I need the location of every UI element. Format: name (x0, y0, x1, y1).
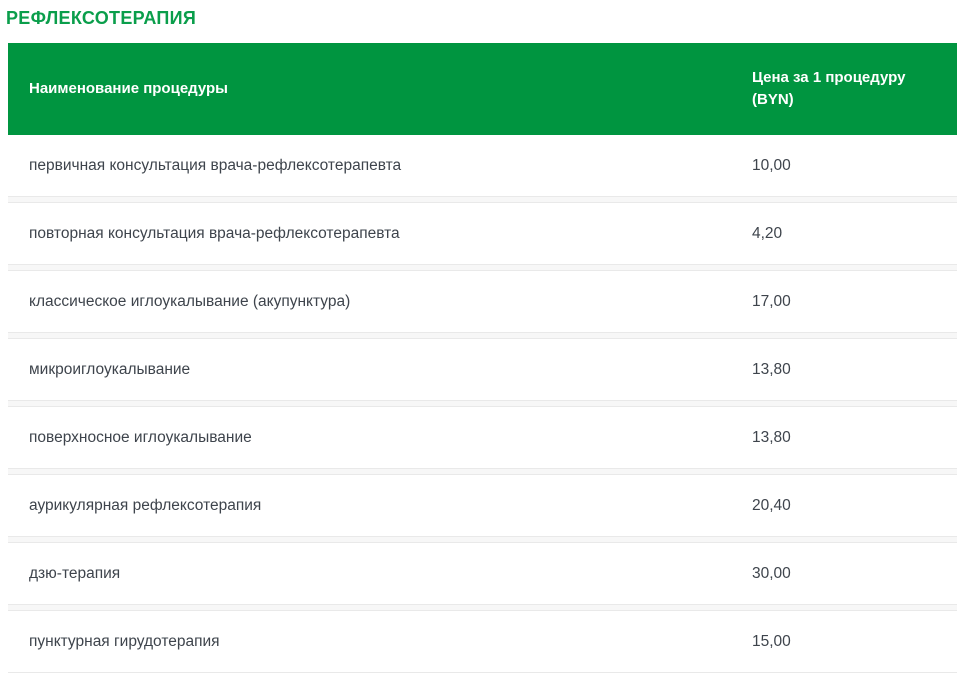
procedure-name: дзю-терапия (8, 543, 732, 604)
table-row: первичная консультация врача-рефлексотер… (8, 135, 957, 197)
procedure-price: 15,00 (732, 611, 957, 672)
procedure-name: пунктурная гирудотерапия (8, 611, 732, 672)
table-header-row: Наименование процедуры Цена за 1 процеду… (8, 43, 957, 135)
page-title: РЕФЛЕКСОТЕРАПИЯ (6, 7, 961, 29)
procedure-name: микроиглоукалывание (8, 339, 732, 400)
price-list-page: РЕФЛЕКСОТЕРАПИЯ Наименование процедуры Ц… (0, 7, 961, 673)
table-body: первичная консультация врача-рефлексотер… (8, 135, 957, 673)
procedure-name: поверхносное иглоукалывание (8, 407, 732, 468)
table-row: дзю-терапия 30,00 (8, 542, 957, 605)
procedure-price: 20,40 (732, 475, 957, 536)
procedure-price: 30,00 (732, 543, 957, 604)
procedure-price: 17,00 (732, 271, 957, 332)
price-table: Наименование процедуры Цена за 1 процеду… (8, 43, 957, 673)
procedure-name: первичная консультация врача-рефлексотер… (8, 135, 732, 196)
table-row: пунктурная гирудотерапия 15,00 (8, 610, 957, 673)
column-header-price: Цена за 1 процедуру (BYN) (732, 43, 957, 135)
table-row: микроиглоукалывание 13,80 (8, 338, 957, 401)
procedure-name: аурикулярная рефлексотерапия (8, 475, 732, 536)
procedure-price: 4,20 (732, 203, 957, 264)
table-row: классическое иглоукалывание (акупунктура… (8, 270, 957, 333)
procedure-price: 13,80 (732, 407, 957, 468)
procedure-name: классическое иглоукалывание (акупунктура… (8, 271, 732, 332)
procedure-price: 13,80 (732, 339, 957, 400)
procedure-name: повторная консультация врача-рефлексотер… (8, 203, 732, 264)
procedure-price: 10,00 (732, 135, 957, 196)
table-row: аурикулярная рефлексотерапия 20,40 (8, 474, 957, 537)
table-row: поверхносное иглоукалывание 13,80 (8, 406, 957, 469)
column-header-procedure: Наименование процедуры (8, 43, 732, 135)
column-header-price-label: Цена за 1 процедуру (BYN) (752, 67, 922, 111)
table-row: повторная консультация врача-рефлексотер… (8, 202, 957, 265)
